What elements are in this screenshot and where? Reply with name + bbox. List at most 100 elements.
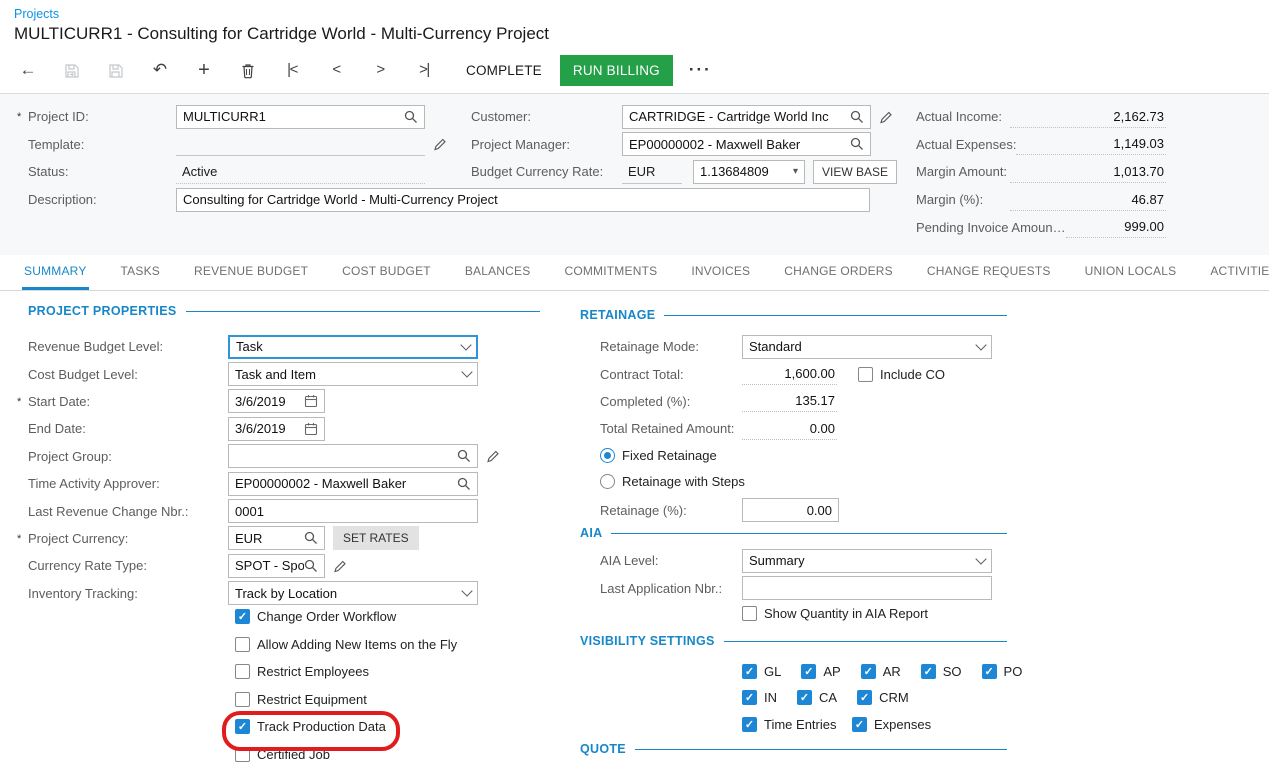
fixed-retainage-radio[interactable]: Fixed Retainage xyxy=(600,448,717,463)
checkbox-show-quantity[interactable]: Show Quantity in AIA Report xyxy=(742,606,928,621)
aia-level-select[interactable]: Summary xyxy=(742,549,992,573)
breadcrumb[interactable]: Projects xyxy=(14,7,59,21)
checkbox-allow-adding-new-items[interactable]: Allow Adding New Items on the Fly xyxy=(235,637,457,652)
margin-amount-label: Margin Amount: xyxy=(916,164,1007,179)
checkbox-certified-job[interactable]: Certified Job xyxy=(235,747,330,762)
checkbox-label: AR xyxy=(883,664,901,679)
checkbox-change-order-workflow[interactable]: ✓Change Order Workflow xyxy=(235,609,396,624)
project-manager-field[interactable]: EP00000002 - Maxwell Baker xyxy=(622,132,871,156)
checkbox-gl[interactable]: ✓GL xyxy=(742,664,781,679)
last-revenue-change-field[interactable]: 0001 xyxy=(228,499,478,523)
margin-amount-row: Margin Amount: 1,013.70 xyxy=(916,158,1166,186)
add-record-button[interactable]: + xyxy=(182,53,226,87)
start-date-field[interactable]: 3/6/2019 xyxy=(228,389,325,413)
checkbox-ca[interactable]: ✓CA xyxy=(797,690,837,705)
cost-budget-level-select[interactable]: Task and Item xyxy=(228,362,478,386)
edit-icon[interactable] xyxy=(879,110,893,124)
tab-balances[interactable]: BALANCES xyxy=(463,255,533,290)
tab-union-locals[interactable]: UNION LOCALS xyxy=(1083,255,1179,290)
checkbox-restrict-employees[interactable]: Restrict Employees xyxy=(235,664,369,679)
checkbox-ar[interactable]: ✓AR xyxy=(861,664,901,679)
checkbox-time-entries[interactable]: ✓Time Entries xyxy=(742,717,832,732)
last-application-field[interactable] xyxy=(742,576,992,600)
tab-invoices[interactable]: INVOICES xyxy=(689,255,752,290)
cost-budget-level-label: Cost Budget Level: xyxy=(28,367,228,382)
retainage-mode-select[interactable]: Standard xyxy=(742,335,992,359)
revenue-budget-level-select[interactable]: Task xyxy=(228,335,478,359)
search-icon[interactable] xyxy=(304,559,318,573)
search-icon[interactable] xyxy=(850,110,864,124)
margin-pct-row: Margin (%): 46.87 xyxy=(916,186,1166,214)
show-quantity-row: Show Quantity in AIA Report xyxy=(600,602,1007,626)
checkbox-label: Restrict Employees xyxy=(257,664,369,679)
end-date-field[interactable]: 3/6/2019 xyxy=(228,417,325,441)
edit-icon[interactable] xyxy=(433,137,447,151)
tab-change-requests[interactable]: CHANGE REQUESTS xyxy=(925,255,1053,290)
checkbox-crm[interactable]: ✓CRM xyxy=(857,690,909,705)
select-value: Task and Item xyxy=(235,367,316,382)
tab-change-orders[interactable]: CHANGE ORDERS xyxy=(782,255,895,290)
budget-currency-field[interactable]: EUR xyxy=(622,160,682,184)
edit-icon[interactable] xyxy=(333,559,347,573)
go-last-button[interactable]: >| xyxy=(402,53,446,87)
calendar-icon[interactable] xyxy=(304,422,318,436)
checkbox-in[interactable]: ✓IN xyxy=(742,690,777,705)
go-next-button[interactable]: > xyxy=(358,53,402,87)
save-and-close-button[interactable] xyxy=(50,53,94,87)
checkbox-track-production-data[interactable]: ✓Track Production Data xyxy=(235,719,386,734)
run-billing-button[interactable]: RUN BILLING xyxy=(560,55,673,86)
project-currency-field[interactable]: EUR xyxy=(228,526,325,550)
retainage-with-steps-radio[interactable]: Retainage with Steps xyxy=(600,474,745,489)
start-date-row: *Start Date: 3/6/2019 xyxy=(28,388,513,415)
last-revenue-change-value: 0001 xyxy=(235,504,264,519)
completed-pct-value: 135.17 xyxy=(742,390,837,412)
project-id-field[interactable]: MULTICURR1 xyxy=(176,105,425,129)
complete-button[interactable]: COMPLETE xyxy=(454,55,554,86)
project-group-row: Project Group: xyxy=(28,443,513,470)
search-icon[interactable] xyxy=(304,531,318,545)
currency-rate-type-field[interactable]: SPOT - Spo xyxy=(228,554,325,578)
more-actions-button[interactable]: ··· xyxy=(689,60,712,80)
checkbox-include-co[interactable]: Include CO xyxy=(858,367,945,382)
tab-tasks[interactable]: TASKS xyxy=(119,255,162,290)
last-application-label: Last Application Nbr.: xyxy=(600,581,742,596)
delete-record-button[interactable] xyxy=(226,53,270,87)
search-icon[interactable] xyxy=(457,449,471,463)
save-button[interactable] xyxy=(94,53,138,87)
set-rates-button[interactable]: SET RATES xyxy=(333,526,419,550)
tab-bar: SUMMARY TASKS REVENUE BUDGET COST BUDGET… xyxy=(0,255,1269,291)
actual-income-value: 2,162.73 xyxy=(1010,106,1166,128)
checkbox-label: Track Production Data xyxy=(257,719,386,734)
tab-summary[interactable]: SUMMARY xyxy=(22,255,89,290)
checkbox-expenses[interactable]: ✓Expenses xyxy=(852,717,931,732)
currency-rate-combo[interactable]: 1.13684809 ▾ xyxy=(693,160,805,184)
back-button[interactable]: ← xyxy=(6,53,50,87)
search-icon[interactable] xyxy=(457,477,471,491)
checkbox-ap[interactable]: ✓AP xyxy=(801,664,840,679)
tab-commitments[interactable]: COMMITMENTS xyxy=(562,255,659,290)
tab-cost-budget[interactable]: COST BUDGET xyxy=(340,255,433,290)
template-field[interactable] xyxy=(176,132,425,156)
time-activity-approver-field[interactable]: EP00000002 - Maxwell Baker xyxy=(228,472,478,496)
description-field[interactable]: Consulting for Cartridge World - Multi-C… xyxy=(176,188,870,212)
project-group-field[interactable] xyxy=(228,444,478,468)
undo-button[interactable]: ↶ xyxy=(138,53,182,87)
calendar-icon[interactable] xyxy=(304,394,318,408)
search-icon[interactable] xyxy=(850,137,864,151)
edit-icon[interactable] xyxy=(486,449,500,463)
inventory-tracking-select[interactable]: Track by Location xyxy=(228,581,478,605)
tab-revenue-budget[interactable]: REVENUE BUDGET xyxy=(192,255,310,290)
checkbox-restrict-equipment[interactable]: Restrict Equipment xyxy=(235,692,367,707)
customer-field[interactable]: CARTRIDGE - Cartridge World Inc xyxy=(622,105,871,129)
checkbox-label: Change Order Workflow xyxy=(257,609,396,624)
required-marker: * xyxy=(17,533,21,545)
go-first-button[interactable]: |< xyxy=(270,53,314,87)
project-properties-header: PROJECT PROPERTIES xyxy=(28,304,540,318)
tab-activities[interactable]: ACTIVITIES xyxy=(1208,255,1269,290)
view-base-button[interactable]: VIEW BASE xyxy=(813,160,897,184)
checkbox-so[interactable]: ✓SO xyxy=(921,664,962,679)
retainage-pct-field[interactable]: 0.00 xyxy=(742,498,839,522)
go-previous-button[interactable]: < xyxy=(314,53,358,87)
search-icon[interactable] xyxy=(404,110,418,124)
checkbox-po[interactable]: ✓PO xyxy=(982,664,1023,679)
